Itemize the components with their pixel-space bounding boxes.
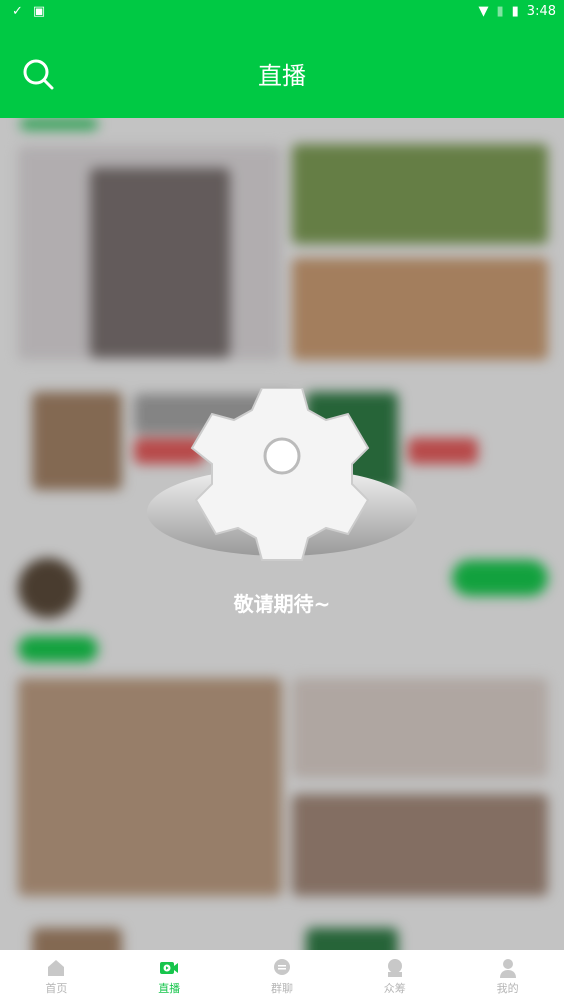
app-header: 直播	[0, 24, 564, 118]
download-done-icon: ✓	[12, 4, 23, 19]
bottom-tab-bar: 首页 直播 群聊 众筹 我的	[0, 950, 564, 1002]
chat-icon	[273, 959, 290, 975]
tab-live[interactable]: 直播	[113, 950, 226, 1002]
tab-mine[interactable]: 我的	[451, 950, 564, 1002]
gear-icon	[147, 388, 417, 561]
tab-group-chat[interactable]: 群聊	[226, 950, 339, 1002]
wifi-icon: ▼	[478, 4, 489, 19]
status-time: 3:48	[526, 4, 556, 19]
blurred-live-feed: 敬请期待~	[0, 118, 564, 950]
coming-soon-message: 敬请期待~	[233, 592, 331, 616]
battery-charging-icon: ▮	[511, 4, 519, 19]
tab-label: 众筹	[383, 982, 406, 995]
home-icon	[48, 960, 65, 976]
tab-label: 我的	[496, 982, 519, 995]
user-icon	[499, 959, 516, 978]
tab-label: 直播	[158, 982, 181, 995]
page-title: 直播	[258, 62, 306, 90]
a-icon: ▣	[32, 4, 46, 19]
tab-crowdfund[interactable]: 众筹	[338, 950, 451, 1002]
status-bar: ✓ ▣ ▼ ▮ ▮ 3:48	[0, 0, 564, 24]
no-sim-icon: ▮	[496, 4, 504, 19]
tab-label: 首页	[45, 982, 68, 995]
live-video-icon	[160, 962, 179, 974]
crowdfund-icon	[387, 959, 402, 977]
tab-label: 群聊	[270, 982, 293, 995]
tab-home[interactable]: 首页	[0, 950, 113, 1002]
